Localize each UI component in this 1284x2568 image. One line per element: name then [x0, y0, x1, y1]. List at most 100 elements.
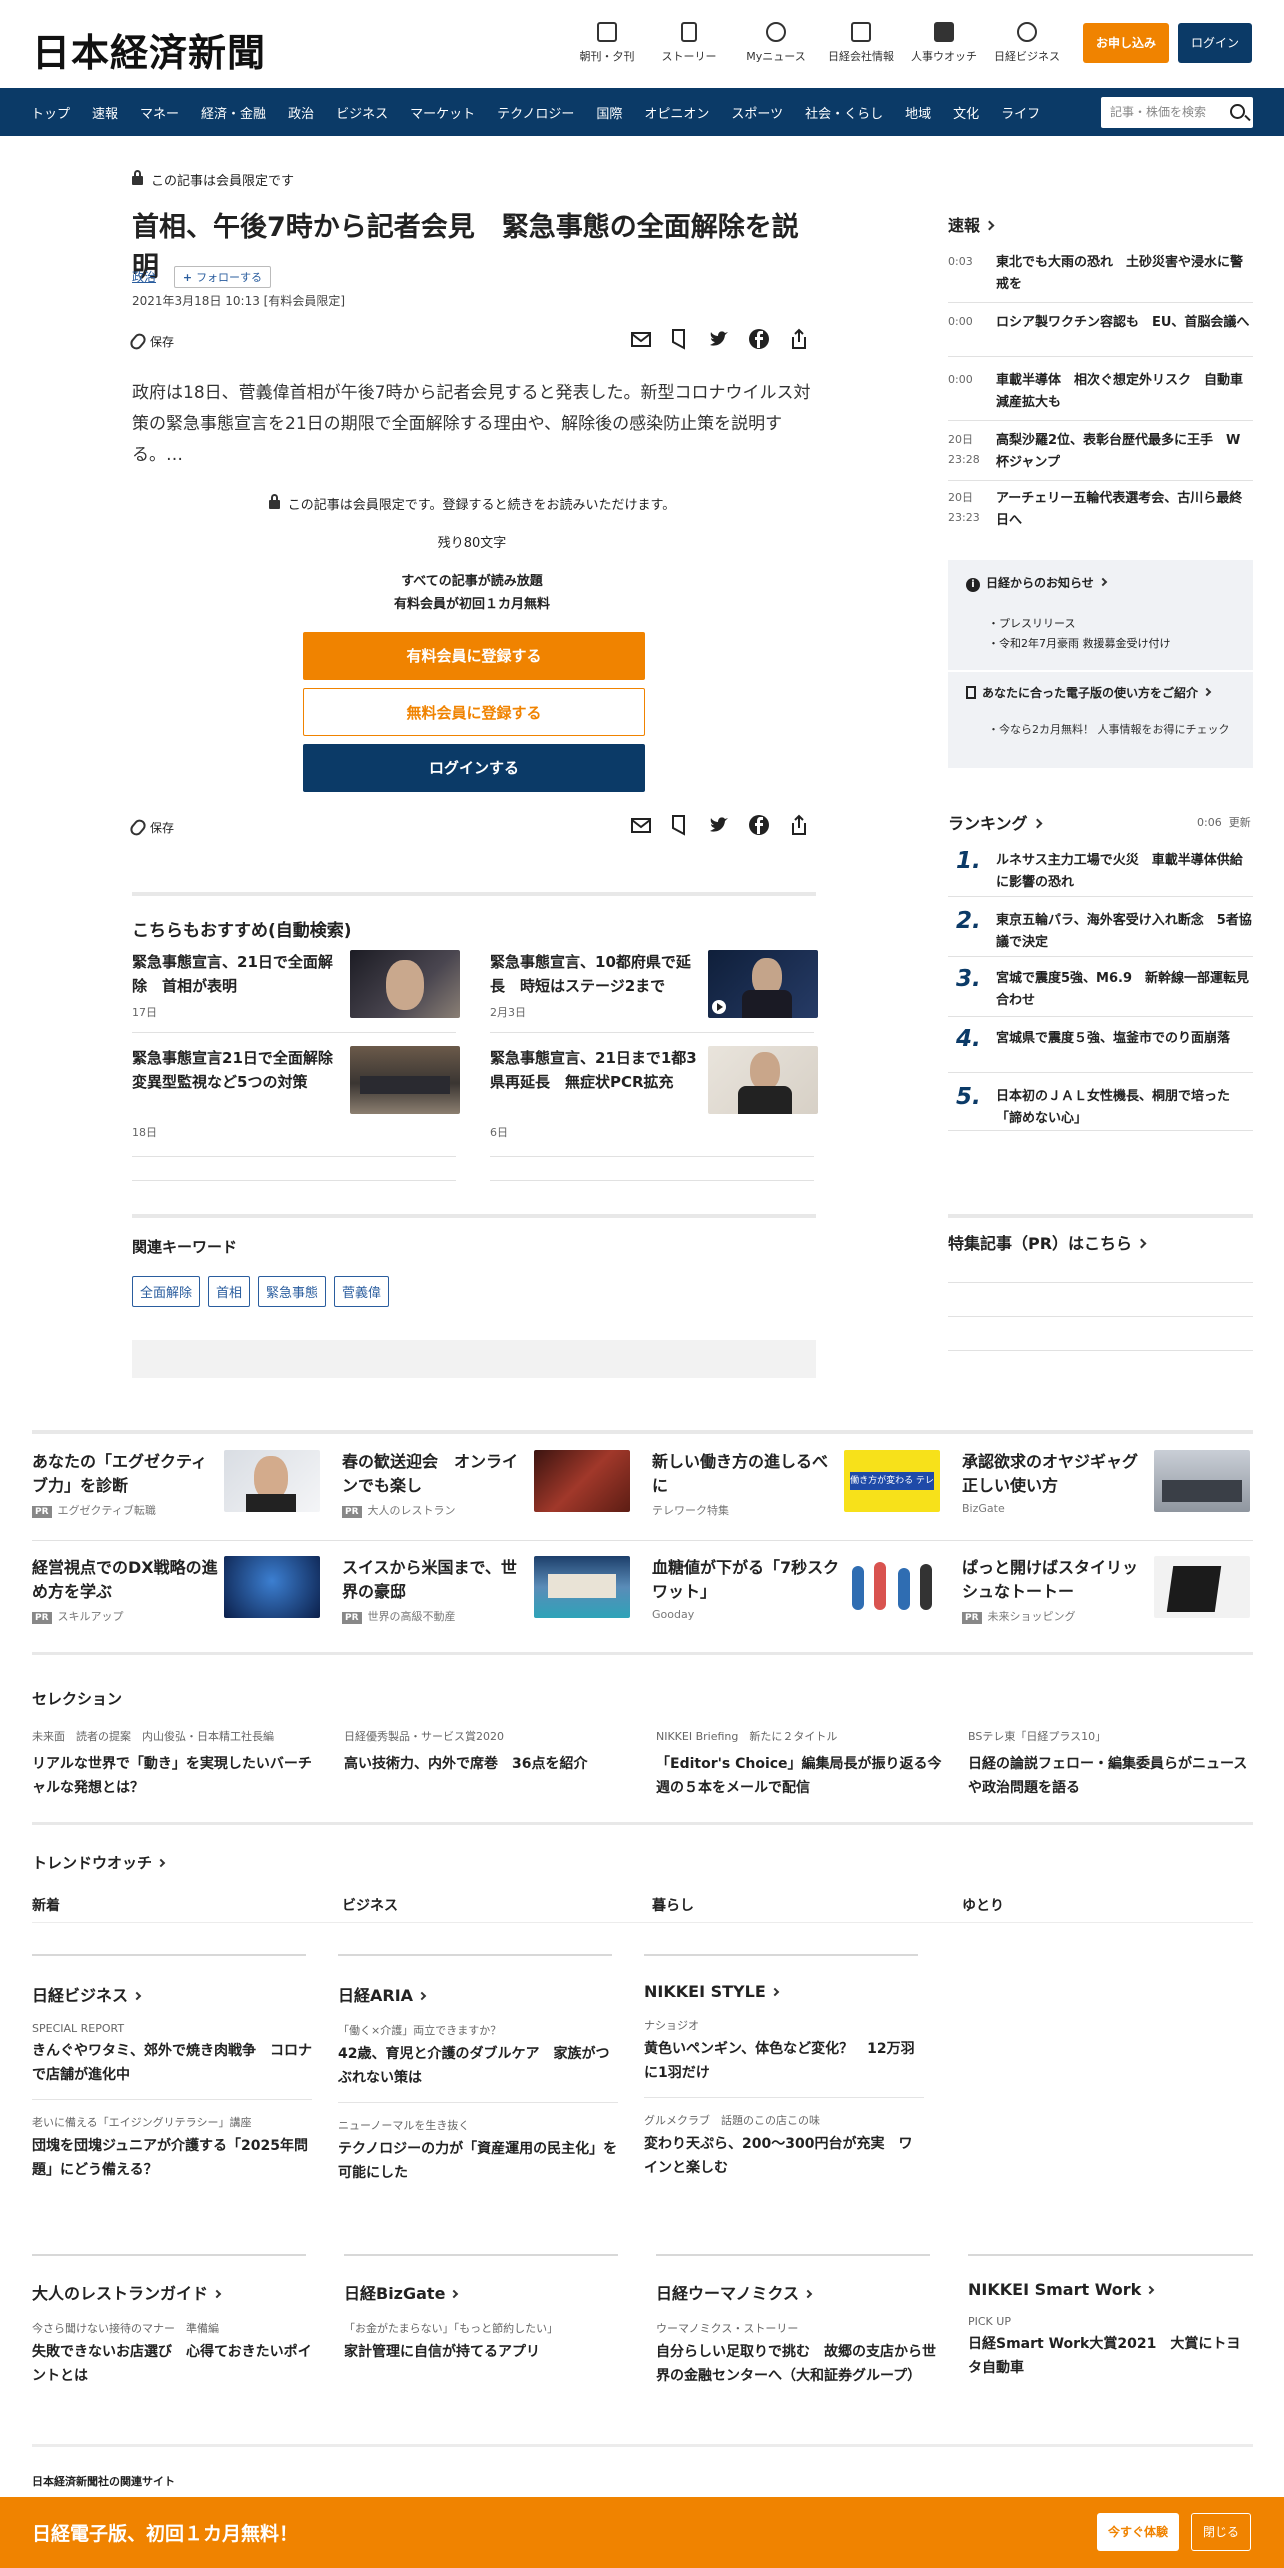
edition-guide-item[interactable]: ・今なら2カ月無料！ 人事情報をお得にチェック: [988, 720, 1238, 739]
topic-link[interactable]: 政治: [132, 270, 156, 284]
nav-item-top[interactable]: トップ: [20, 103, 81, 122]
mail-icon[interactable]: [630, 814, 652, 836]
partner-title[interactable]: 日経BizGate: [344, 2280, 629, 2304]
chevron-right-icon: [984, 220, 995, 231]
keyword-tag[interactable]: 首相: [208, 1276, 251, 1307]
trend-tab-life[interactable]: 暮らし: [652, 1895, 694, 1915]
partner-title[interactable]: NIKKEI Smart Work: [968, 2280, 1253, 2299]
nav-utility-my-news[interactable]: Myニュース: [736, 22, 816, 64]
notice-item[interactable]: ・令和2年7月豪雨 救援募金受け付け: [988, 634, 1171, 654]
edition-guide-title[interactable]: あなたに合った電子版の使い方をご紹介: [966, 684, 1212, 701]
remaining-chars: 残り80文字: [437, 536, 507, 551]
trend-watch-title[interactable]: トレンドウオッチ: [32, 1852, 166, 1873]
pr-feature-title[interactable]: 特集記事（PR）はこちら: [948, 1230, 1147, 1254]
mail-icon[interactable]: [630, 328, 652, 350]
pr-item[interactable]: 承認欲求のオヤジギャグ 正しい使い方 BizGate: [962, 1450, 1252, 1550]
nav-item-opinion[interactable]: オピニオン: [633, 103, 720, 122]
facebook-icon[interactable]: [748, 814, 770, 836]
facebook-icon[interactable]: [748, 328, 770, 350]
free-signup-button[interactable]: 無料会員に登録する: [303, 688, 645, 736]
login-button[interactable]: ログイン: [1178, 23, 1252, 63]
paid-signup-button[interactable]: 有料会員に登録する: [303, 632, 645, 680]
pr-item[interactable]: 春の歓送迎会 オンラインでも楽し PR 大人のレストラン: [342, 1450, 632, 1550]
partner-article[interactable]: 失敗できないお店選び 心得ておきたいポイントとは: [32, 2340, 317, 2388]
selection-item[interactable]: BSテレ東「日経プラス10」 日経の論説フェロー・編集委員らがニュースや政治問題を…: [968, 1728, 1258, 1800]
nav-utility-company-info[interactable]: 日経会社情報: [816, 22, 906, 64]
pr-item[interactable]: 新しい働き方の進しるべに テレワーク特集 働き方が変わる テレワーク特集: [652, 1450, 942, 1550]
bookmark-icon[interactable]: [668, 328, 690, 350]
nav-item-sports[interactable]: スポーツ: [720, 103, 794, 122]
magazine-title[interactable]: 日経ビジネス: [32, 1982, 312, 2006]
member-only-label: この記事は会員限定です: [132, 170, 294, 189]
share-icon[interactable]: [788, 814, 810, 836]
twitter-icon[interactable]: [708, 814, 730, 836]
notice-item[interactable]: ・プレスリリース: [988, 614, 1171, 634]
partner-title[interactable]: 大人のレストランガイド: [32, 2280, 317, 2304]
magazine-title[interactable]: NIKKEI STYLE: [644, 1982, 924, 2001]
divider: [132, 1214, 816, 1218]
partner-article[interactable]: 自分らしい足取りで挑む 故郷の支店から世界の金融センターへ（大和証券グループ）: [656, 2340, 941, 2388]
nav-item-technology[interactable]: テクノロジー: [486, 103, 585, 122]
partner-title[interactable]: 日経ウーマノミクス: [656, 2280, 941, 2304]
trend-tab-new[interactable]: 新着: [32, 1895, 60, 1915]
nav-item-life[interactable]: ライフ: [990, 103, 1051, 122]
pr-item[interactable]: 血糖値が下がる「7秒スクワット」 Gooday: [652, 1556, 942, 1656]
magazine-article[interactable]: 変わり天ぷら、200～300円台が充実 ワインと楽しむ: [644, 2132, 924, 2180]
nav-item-economy[interactable]: 経済・金融: [190, 103, 277, 122]
search-input[interactable]: 記事・株価を検索: [1101, 97, 1253, 128]
nav-item-money[interactable]: マネー: [129, 103, 190, 122]
magazine-article[interactable]: 黄色いペンギン、体色など変化？ 12万羽に1羽だけ: [644, 2037, 924, 2085]
nav-item-culture[interactable]: 文化: [942, 103, 990, 122]
nav-utility-story[interactable]: ストーリー: [654, 22, 724, 64]
chevron-right-icon: [1146, 2285, 1155, 2295]
nav-item-flash[interactable]: 速報: [81, 103, 129, 122]
magazine-article[interactable]: テクノロジーの力が「資産運用の民主化」を可能にした: [338, 2137, 618, 2185]
login-cta-button[interactable]: ログインする: [303, 744, 645, 792]
magazine-article[interactable]: きんぐやワタミ、郊外で焼き肉戦争 コロナで店舗が進化中: [32, 2039, 312, 2087]
nav-utility-nikkei-business[interactable]: 日経ビジネス: [986, 22, 1068, 64]
partner-article[interactable]: 日経Smart Work大賞2021 大賞にトヨタ自動車: [968, 2332, 1253, 2380]
divider: [490, 1032, 814, 1033]
keyword-tag[interactable]: 緊急事態: [258, 1276, 327, 1307]
nav-utility-print-edition[interactable]: 朝刊・夕刊: [572, 22, 642, 64]
keyword-tag[interactable]: 菅義偉: [334, 1276, 390, 1307]
try-now-button[interactable]: 今すぐ体験: [1097, 2513, 1179, 2551]
pr-item[interactable]: スイスから米国まで、世界の豪邸 PR 世界の高級不動産: [342, 1556, 632, 1656]
nav-utility-personnel-watch[interactable]: 人事ウオッチ: [906, 22, 982, 64]
magazine-article[interactable]: 42歳、育児と介護のダブルケア 家族がつぶれない策は: [338, 2042, 618, 2090]
play-icon[interactable]: [712, 1000, 726, 1014]
follow-button[interactable]: + フォローする: [173, 266, 272, 288]
nav-item-society[interactable]: 社会・くらし: [794, 103, 894, 122]
ranking-title[interactable]: ランキング: [948, 810, 1042, 834]
keyword-tag[interactable]: 全面解除: [132, 1276, 201, 1307]
selection-item[interactable]: 未来面 読者の提案 内山俊弘・日本精工社長編 リアルな世界で「動き」を実現したいバ…: [32, 1728, 322, 1800]
recommend-item[interactable]: 緊急事態宣言、21日まで1都3県再延長 無症状PCR拡充 6日: [490, 1046, 818, 1142]
pr-item[interactable]: 経営視点でのDX戦略の進め方を学ぶ PR スキルアップ: [32, 1556, 322, 1656]
nav-item-politics[interactable]: 政治: [277, 103, 325, 122]
nav-item-business[interactable]: ビジネス: [325, 103, 399, 122]
notice-title[interactable]: i 日経からのお知らせ: [966, 574, 1108, 592]
twitter-icon[interactable]: [708, 328, 730, 350]
trend-tab-business[interactable]: ビジネス: [342, 1895, 398, 1915]
magazine-article[interactable]: 団塊を団塊ジュニアが介護する「2025年問題」にどう備える？: [32, 2134, 312, 2182]
pr-item[interactable]: ぱっと開けばスタイリッシュなトートー PR 未来ショッピング: [962, 1556, 1252, 1656]
apply-button[interactable]: お申し込み: [1083, 23, 1169, 63]
save-button[interactable]: 保存: [127, 817, 174, 838]
trend-tab-leisure[interactable]: ゆとり: [962, 1895, 1004, 1915]
pr-item[interactable]: あなたの「エグゼクティブ力」を診断 PR エグゼクティブ転職: [32, 1450, 322, 1550]
nav-item-region[interactable]: 地域: [894, 103, 942, 122]
bookmark-icon[interactable]: [668, 814, 690, 836]
search-icon[interactable]: [1230, 104, 1245, 119]
nav-item-international[interactable]: 国際: [585, 103, 633, 122]
share-icon[interactable]: [788, 328, 810, 350]
nav-item-market[interactable]: マーケット: [399, 103, 486, 122]
save-button[interactable]: 保存: [127, 331, 174, 352]
magazine-title[interactable]: 日経ARIA: [338, 1982, 618, 2006]
selection-item[interactable]: NIKKEI Briefing 新たに２タイトル 「Editor's Choice…: [656, 1728, 946, 1800]
partner-article[interactable]: 家計管理に自信が持てるアプリ: [344, 2340, 629, 2364]
flash-news-title[interactable]: 速報: [948, 212, 995, 236]
close-banner-button[interactable]: 閉じる: [1191, 2513, 1251, 2551]
site-logo[interactable]: 日本経済新聞: [32, 22, 266, 77]
selection-item[interactable]: 日経優秀製品・サービス賞2020 高い技術力、内外で席巻 36点を紹介: [344, 1728, 634, 1776]
recommend-item[interactable]: 緊急事態宣言21日で全面解除 変異型監視など5つの対策 18日: [132, 1046, 460, 1142]
